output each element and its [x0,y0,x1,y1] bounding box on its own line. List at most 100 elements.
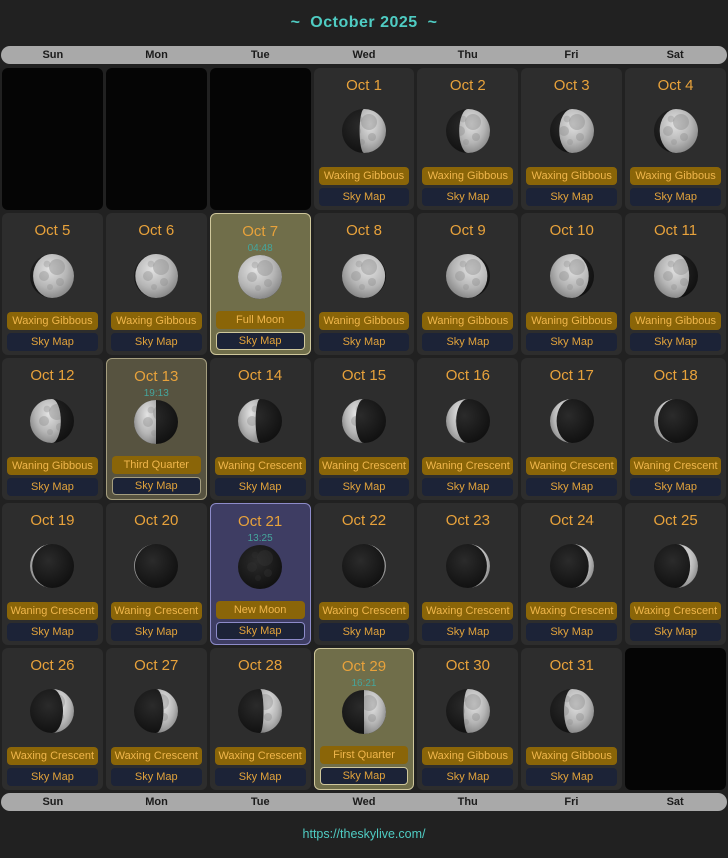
day-cell: Oct 7 04:48 Full Moon Sky Map [210,213,311,355]
sky-map-button[interactable]: Sky Map [111,333,202,351]
sky-map-button[interactable]: Sky Map [7,768,98,786]
moon-phase-image [342,109,386,153]
moon-phase-image [30,544,74,588]
date-label: Oct 24 [521,511,622,531]
event-time [2,386,103,399]
moon-phase-image [134,254,178,298]
sky-map-button[interactable]: Sky Map [215,478,306,496]
day-cell: Oct 23 Waxing Crescent Sky Map [417,503,518,645]
site-link[interactable]: https://theskylive.com/ [303,827,426,841]
event-time [210,676,311,689]
empty-cell [625,648,726,790]
event-time [417,531,518,544]
date-label: Oct 1 [314,76,415,96]
sky-map-button[interactable]: Sky Map [630,333,721,351]
event-time [314,531,415,544]
moon-phase-image [30,254,74,298]
event-time [417,241,518,254]
phase-label: Waxing Crescent [526,602,617,620]
moon-phase-image [134,689,178,733]
empty-cell [210,68,311,210]
day-cell: Oct 21 13:25 New Moon Sky Map [210,503,311,645]
day-cell: Oct 16 Waning Crescent Sky Map [417,358,518,500]
date-label: Oct 31 [521,656,622,676]
moon-phase-image [342,544,386,588]
day-cell: Oct 13 19:13 Third Quarter Sky Map [106,358,207,500]
phase-label: Waning Crescent [215,457,306,475]
sky-map-button[interactable]: Sky Map [526,768,617,786]
sky-map-button[interactable]: Sky Map [630,623,721,641]
sky-map-button[interactable]: Sky Map [630,188,721,206]
moon-phase-image [342,399,386,443]
moon-phase-image [446,544,490,588]
day-cell: Oct 9 Waning Gibbous Sky Map [417,213,518,355]
date-label: Oct 12 [2,366,103,386]
sky-map-button[interactable]: Sky Map [422,478,513,496]
calendar-grid: Oct 1 Waxing Gibbous Sky Map Oct 2 [0,66,728,790]
day-cell: Oct 22 Waxing Crescent Sky Map [314,503,415,645]
sky-map-button[interactable]: Sky Map [112,477,201,495]
event-time [106,676,207,689]
event-time [521,241,622,254]
sky-map-button[interactable]: Sky Map [7,478,98,496]
date-label: Oct 16 [417,366,518,386]
moon-phase-image [342,254,386,298]
moon-phase-image [238,255,282,299]
weekday-label: Mon [105,796,209,808]
sky-map-button[interactable]: Sky Map [319,623,410,641]
sky-map-button[interactable]: Sky Map [7,333,98,351]
moon-phase-image [30,689,74,733]
date-label: Oct 5 [2,221,103,241]
event-time: 04:48 [211,242,310,255]
phase-label: Full Moon [216,311,305,329]
event-time [314,96,415,109]
sky-map-button[interactable]: Sky Map [526,333,617,351]
event-time [625,386,726,399]
phase-label: Waning Gibbous [319,312,410,330]
sky-map-button[interactable]: Sky Map [7,623,98,641]
weekday-label: Wed [312,796,416,808]
day-cell: Oct 27 Waxing Crescent Sky Map [106,648,207,790]
sky-map-button[interactable]: Sky Map [215,768,306,786]
phase-label: Waning Crescent [526,457,617,475]
sky-map-button[interactable]: Sky Map [216,332,305,350]
event-time: 19:13 [107,387,206,400]
day-cell: Oct 20 Waning Crescent Sky Map [106,503,207,645]
sky-map-button[interactable]: Sky Map [526,623,617,641]
weekday-label: Wed [312,49,416,61]
phase-label: Waxing Gibbous [111,312,202,330]
sky-map-button[interactable]: Sky Map [422,188,513,206]
moon-phase-image [654,399,698,443]
sky-map-button[interactable]: Sky Map [319,188,410,206]
event-time [2,241,103,254]
date-label: Oct 25 [625,511,726,531]
phase-label: Waning Gibbous [7,457,98,475]
day-cell: Oct 29 16:21 First Quarter Sky Map [314,648,415,790]
sky-map-button[interactable]: Sky Map [526,188,617,206]
sky-map-button[interactable]: Sky Map [630,478,721,496]
weekday-label: Fri [520,796,624,808]
sky-map-button[interactable]: Sky Map [422,333,513,351]
moon-phase-image [446,254,490,298]
moon-phase-image [134,544,178,588]
date-label: Oct 29 [315,657,414,677]
sky-map-button[interactable]: Sky Map [319,333,410,351]
date-label: Oct 30 [417,656,518,676]
date-label: Oct 15 [314,366,415,386]
sky-map-button[interactable]: Sky Map [526,478,617,496]
day-cell: Oct 2 Waxing Gibbous Sky Map [417,68,518,210]
date-label: Oct 27 [106,656,207,676]
event-time [2,676,103,689]
sky-map-button[interactable]: Sky Map [422,623,513,641]
sky-map-button[interactable]: Sky Map [111,623,202,641]
sky-map-button[interactable]: Sky Map [320,767,409,785]
moon-phase-image [134,400,178,444]
day-cell: Oct 28 Waxing Crescent Sky Map [210,648,311,790]
sky-map-button[interactable]: Sky Map [216,622,305,640]
date-label: Oct 18 [625,366,726,386]
page-title: ~ October 2025 ~ [0,0,728,46]
sky-map-button[interactable]: Sky Map [319,478,410,496]
date-label: Oct 6 [106,221,207,241]
sky-map-button[interactable]: Sky Map [422,768,513,786]
sky-map-button[interactable]: Sky Map [111,768,202,786]
